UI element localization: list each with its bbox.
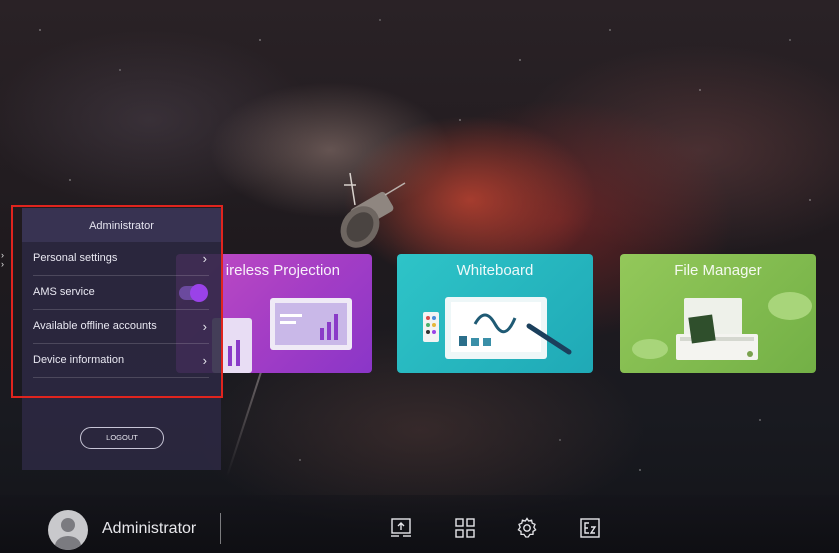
- edge-expand-icon[interactable]: › ›: [1, 251, 4, 269]
- chevron-right-icon: ›: [202, 251, 207, 266]
- menu-item-offline-accounts[interactable]: Available offline accounts ›: [33, 310, 209, 344]
- menu-item-label: Personal settings: [33, 252, 118, 264]
- ez-write-icon[interactable]: [578, 516, 602, 540]
- file-manager-icon: [632, 292, 812, 360]
- menu-item-label: AMS service: [33, 286, 95, 298]
- screen-share-icon[interactable]: [389, 516, 413, 540]
- ams-service-toggle[interactable]: [179, 284, 208, 302]
- user-name: Administrator: [102, 520, 197, 537]
- avatar[interactable]: [48, 510, 88, 550]
- menu-item-label: Available offline accounts: [33, 320, 157, 332]
- menu-item-label: Device information: [33, 354, 125, 366]
- settings-gear-icon[interactable]: [515, 516, 539, 540]
- panel-title: Administrator: [22, 208, 221, 242]
- admin-menu-panel: Administrator Personal settings › AMS se…: [22, 208, 221, 470]
- logout-button[interactable]: LOGOUT: [80, 427, 164, 449]
- toggle-knob: [190, 284, 208, 302]
- menu-item-personal-settings[interactable]: Personal settings ›: [33, 242, 209, 276]
- spacecraft-image: [340, 172, 406, 248]
- whiteboard-icon: [423, 297, 572, 359]
- user-silhouette-icon: [55, 518, 81, 550]
- chevron-right-icon: ›: [202, 353, 207, 368]
- menu-item-ams-service: AMS service: [33, 276, 209, 310]
- whiteboard-tile[interactable]: Whiteboard: [397, 254, 593, 373]
- taskbar-divider: [220, 513, 221, 544]
- chevron-right-icon: ›: [202, 319, 207, 334]
- apps-grid-icon[interactable]: [453, 516, 477, 540]
- file-manager-tile[interactable]: File Manager: [620, 254, 816, 373]
- menu-item-device-information[interactable]: Device information ›: [33, 344, 209, 378]
